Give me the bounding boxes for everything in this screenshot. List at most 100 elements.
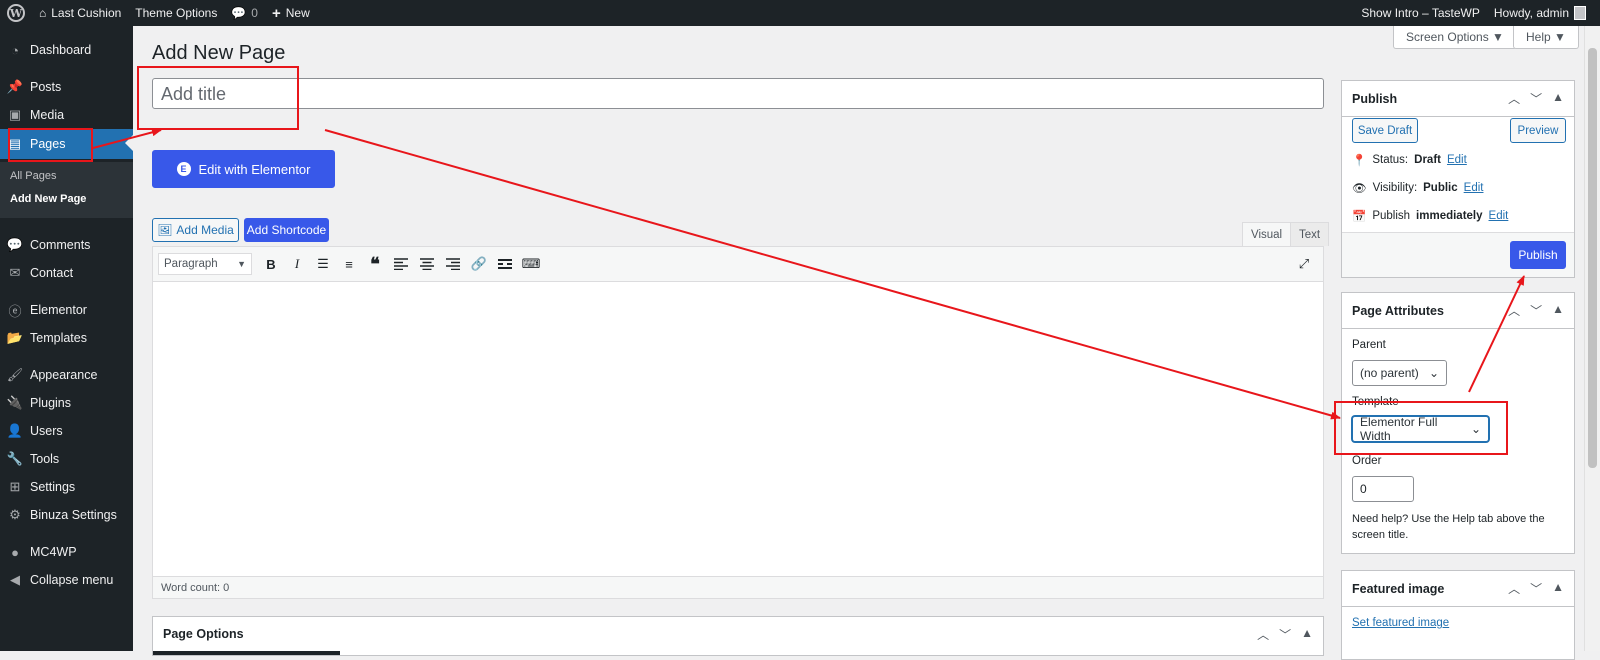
add-media-button[interactable]: 🖼 Add Media <box>152 218 239 242</box>
link-icon[interactable]: 🔗 <box>466 251 492 277</box>
sidebar-item-label: Media <box>30 108 65 122</box>
move-up-icon[interactable]: ︿ <box>1508 580 1520 597</box>
scrollbar-thumb[interactable] <box>1588 48 1597 468</box>
sidebar-item-label: Templates <box>30 331 87 345</box>
page-attributes-help: Need help? Use the Help tab above the sc… <box>1352 513 1545 541</box>
chevron-down-icon: ⌄ <box>1428 366 1439 380</box>
sidebar-item-mc4wp[interactable]: ● MC4WP <box>0 538 133 566</box>
edit-publish-date-link[interactable]: Edit <box>1489 210 1509 222</box>
visibility-row: 👁 Visibility: Public Edit <box>1352 181 1483 195</box>
dropdown-arrow-icon: ▼ <box>237 259 246 269</box>
edit-with-elementor-button[interactable]: E Edit with Elementor <box>152 150 335 188</box>
settings-icon: ⊞ <box>9 479 21 494</box>
italic-icon[interactable]: I <box>284 251 310 277</box>
move-down-icon[interactable]: ﹀ <box>1279 626 1291 643</box>
page-scrollbar[interactable] <box>1584 26 1600 651</box>
edit-status-link[interactable]: Edit <box>1447 154 1467 166</box>
toggle-panel-icon[interactable]: ▲ <box>1552 90 1564 107</box>
help-label: Help ▼ <box>1526 30 1566 44</box>
parent-select-value: (no parent) <box>1360 366 1419 380</box>
comment-icon: 💬 <box>6 237 24 252</box>
collapse-arrow-icon: ◀ <box>10 572 20 587</box>
sidebar-item-posts[interactable]: 📌 Posts <box>0 73 133 101</box>
sidebar-item-pages[interactable]: ▤ Pages <box>0 129 133 159</box>
bold-icon[interactable]: B <box>258 251 284 277</box>
publish-button[interactable]: Publish <box>1510 241 1566 269</box>
sidebar-item-tools[interactable]: 🔧 Tools <box>0 445 133 473</box>
format-select[interactable]: Paragraph ▼ <box>158 253 252 275</box>
new-content-link[interactable]: + New <box>265 0 317 26</box>
tab-text[interactable]: Text <box>1290 222 1330 246</box>
tab-visual-label: Visual <box>1251 228 1283 241</box>
read-more-icon[interactable] <box>492 251 518 277</box>
sidebar-item-label: Settings <box>30 480 76 494</box>
submenu-all-pages[interactable]: All Pages <box>10 170 56 182</box>
sidebar-item-settings[interactable]: ⊞ Settings <box>0 473 133 501</box>
sidebar-item-comments[interactable]: 💬 Comments <box>0 231 133 259</box>
parent-select[interactable]: (no parent) ⌄ <box>1352 360 1447 386</box>
my-account-menu[interactable]: Howdy, admin <box>1487 0 1600 26</box>
help-button[interactable]: Help ▼ <box>1513 26 1579 49</box>
sidebar-item-label: Posts <box>30 80 62 94</box>
add-shortcode-button[interactable]: Add Shortcode <box>244 218 329 242</box>
move-up-icon[interactable]: ︿ <box>1508 302 1520 319</box>
preview-button[interactable]: Preview <box>1510 118 1566 143</box>
site-name: Last Cushion <box>51 6 122 20</box>
fullscreen-icon[interactable]: ⤢ <box>1293 253 1315 275</box>
toolbar-toggle-icon[interactable]: ⌨ <box>518 251 544 277</box>
align-left-icon[interactable] <box>388 251 414 277</box>
sidebar-item-media[interactable]: ▣ Media <box>0 101 133 129</box>
site-name-link[interactable]: ⌂ Last Cushion <box>32 0 128 26</box>
visibility-label: Visibility: <box>1372 182 1418 194</box>
move-up-icon[interactable]: ︿ <box>1257 626 1269 643</box>
template-select[interactable]: Elementor Full Width ⌄ <box>1352 415 1489 443</box>
align-center-icon[interactable] <box>414 251 440 277</box>
move-up-icon[interactable]: ︿ <box>1508 90 1520 107</box>
edit-with-elementor-label: Edit with Elementor <box>198 161 311 177</box>
edit-visibility-link[interactable]: Edit <box>1464 182 1484 194</box>
sidebar-item-users[interactable]: 👤 Users <box>0 417 133 445</box>
editor-toolbar: Paragraph ▼ B I ☰ ≡ ❝ 🔗 ⌨ ⤢ <box>153 247 1323 282</box>
comments-link[interactable]: 💬 0 <box>224 0 265 26</box>
parent-label: Parent <box>1352 339 1386 351</box>
sidebar-item-dashboard[interactable]: ◔ Dashboard <box>0 36 133 64</box>
toggle-panel-icon[interactable]: ▲ <box>1552 302 1564 319</box>
sidebar-item-elementor[interactable]: ⓔ Elementor <box>0 296 133 324</box>
move-down-icon[interactable]: ﹀ <box>1530 302 1542 319</box>
set-featured-image-link[interactable]: Set featured image <box>1352 617 1449 629</box>
status-value: Draft <box>1414 154 1441 166</box>
move-down-icon[interactable]: ﹀ <box>1530 580 1542 597</box>
order-input[interactable]: 0 <box>1352 476 1414 502</box>
elementor-logo-icon: E <box>176 162 191 176</box>
sidebar-item-appearance[interactable]: 🖌 Appearance <box>0 361 133 389</box>
title-input[interactable]: Add title <box>152 78 1324 109</box>
save-draft-button[interactable]: Save Draft <box>1352 118 1418 143</box>
publish-date-label: Publish <box>1372 210 1411 222</box>
sidebar-item-binuza-settings[interactable]: ⚙ Binuza Settings <box>0 501 133 529</box>
show-intro-link[interactable]: Show Intro – TasteWP <box>1354 0 1487 26</box>
blockquote-icon[interactable]: ❝ <box>362 251 388 277</box>
move-down-icon[interactable]: ﹀ <box>1530 90 1542 107</box>
collapse-menu-button[interactable]: ◀ Collapse menu <box>0 566 133 594</box>
wordpress-logo-icon: W <box>7 4 25 22</box>
publish-date-row: 📅 Publish immediately Edit <box>1352 209 1508 223</box>
screen-options-button[interactable]: Screen Options ▼ <box>1393 26 1517 49</box>
template-label: Template <box>1352 396 1399 408</box>
sidebar-item-plugins[interactable]: 🔌 Plugins <box>0 389 133 417</box>
wp-logo-menu[interactable]: W <box>0 0 32 26</box>
bullet-list-icon[interactable]: ☰ <box>310 251 336 277</box>
toggle-panel-icon[interactable]: ▲ <box>1552 580 1564 597</box>
home-icon: ⌂ <box>39 6 47 20</box>
sidebar-item-contact[interactable]: ✉ Contact <box>0 259 133 287</box>
word-count: Word count: 0 <box>161 581 230 594</box>
numbered-list-icon[interactable]: ≡ <box>336 251 362 277</box>
toggle-panel-icon[interactable]: ▲ <box>1301 626 1313 643</box>
tab-visual[interactable]: Visual <box>1242 222 1292 246</box>
submenu-add-new-page[interactable]: Add New Page <box>10 193 86 205</box>
theme-options-link[interactable]: Theme Options <box>128 0 224 26</box>
sidebar-item-templates[interactable]: 📂 Templates <box>0 324 133 352</box>
order-value: 0 <box>1360 482 1367 496</box>
align-right-icon[interactable] <box>440 251 466 277</box>
gear-icon: ⚙ <box>9 507 21 522</box>
page-options-title: Page Options <box>163 627 244 641</box>
